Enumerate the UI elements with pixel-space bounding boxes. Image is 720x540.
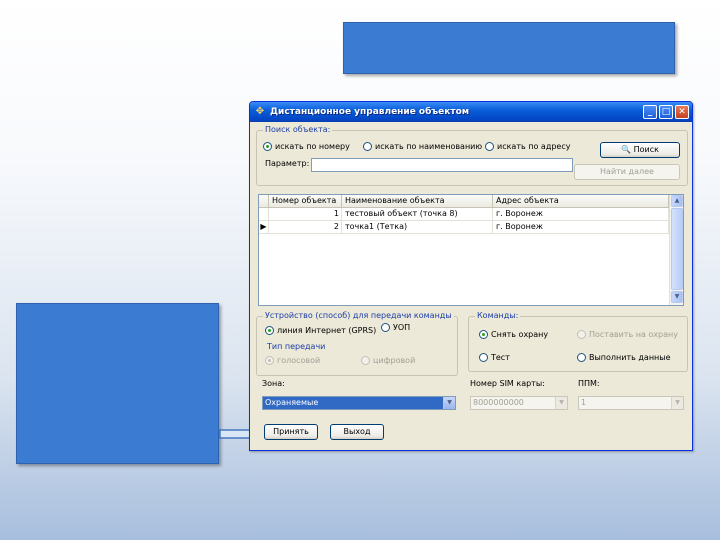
table-row[interactable]: ▶ 2 точка1 (Тетка) г. Воронеж xyxy=(259,221,669,234)
parameter-label: Параметр: xyxy=(265,159,310,168)
close-button[interactable]: ✕ xyxy=(675,105,689,119)
window-title: Дистанционное управление объектом xyxy=(270,107,470,117)
app-icon: ✥ xyxy=(255,106,265,117)
radio-search-by-name-label: искать по наименованию xyxy=(375,142,483,151)
radio-dot-icon xyxy=(361,356,370,365)
radio-set-guard[interactable]: Поставить на охрану xyxy=(577,330,678,339)
radio-dot-icon xyxy=(485,142,494,151)
radio-dot-icon xyxy=(479,330,488,339)
sim-card-select[interactable]: 8000000000 ▼ xyxy=(470,396,568,410)
search-button[interactable]: 🔍 Поиск xyxy=(600,142,680,158)
apply-button[interactable]: Принять xyxy=(264,424,318,440)
cell-address: г. Воронеж xyxy=(493,221,669,234)
commands-group: Команды: Снять охрану Поставить на охран… xyxy=(468,311,688,372)
radio-internet-line-label: линия Интернет (GPRS) xyxy=(277,326,377,335)
zone-label: Зона: xyxy=(262,379,285,388)
radio-execute[interactable]: Выполнить данные xyxy=(577,353,671,362)
radio-search-by-name[interactable]: искать по наименованию xyxy=(363,142,482,151)
remote-control-window: ✥ Дистанционное управление объектом _ □ … xyxy=(249,101,693,451)
column-header-number[interactable]: Номер объекта xyxy=(269,195,342,208)
radio-uop[interactable]: УОП xyxy=(381,323,410,332)
ppm-label: ППМ: xyxy=(578,379,600,388)
sim-card-value: 8000000000 xyxy=(473,398,524,407)
table-scrollbar[interactable]: ▲ ▼ xyxy=(669,195,683,305)
find-next-button[interactable]: Найти далее xyxy=(574,164,680,180)
radio-search-by-number-label: искать по номеру xyxy=(275,142,350,151)
radio-dot-icon xyxy=(265,356,274,365)
radio-search-by-number[interactable]: искать по номеру xyxy=(263,142,350,151)
ppm-select[interactable]: 1 ▼ xyxy=(578,396,684,410)
search-group-label: Поиск объекта: xyxy=(263,125,333,134)
radio-remove-guard[interactable]: Снять охрану xyxy=(479,330,548,339)
scroll-down-icon[interactable]: ▼ xyxy=(671,291,683,303)
column-header-name[interactable]: Наименование объекта xyxy=(342,195,493,208)
row-pointer-icon: ▶ xyxy=(259,221,269,234)
radio-digital[interactable]: цифровой xyxy=(361,356,415,365)
radio-search-by-address-label: искать по адресу xyxy=(497,142,571,151)
radio-dot-icon xyxy=(263,142,272,151)
search-button-label: Поиск xyxy=(633,145,659,154)
sim-card-label: Номер SIM карты: xyxy=(470,379,545,388)
scroll-up-icon[interactable]: ▲ xyxy=(671,195,683,207)
row-indicator-header xyxy=(259,195,269,208)
search-icon: 🔍 xyxy=(621,145,632,154)
radio-internet-line[interactable]: линия Интернет (GPRS) xyxy=(265,326,376,335)
parameter-input[interactable] xyxy=(311,158,573,172)
scroll-thumb[interactable] xyxy=(671,208,683,290)
radio-dot-icon xyxy=(363,142,372,151)
exit-button[interactable]: Выход xyxy=(330,424,384,440)
commands-group-label: Команды: xyxy=(475,311,521,320)
radio-voice[interactable]: голосовой xyxy=(265,356,320,365)
radio-dot-icon xyxy=(265,326,274,335)
radio-test[interactable]: Тест xyxy=(479,353,510,362)
search-group: Поиск объекта: искать по номеру искать п… xyxy=(256,125,688,186)
maximize-button[interactable]: □ xyxy=(659,105,673,119)
objects-table: Номер объекта Наименование объекта Адрес… xyxy=(258,194,684,306)
column-header-address[interactable]: Адрес объекта xyxy=(493,195,669,208)
radio-digital-label: цифровой xyxy=(373,356,416,365)
cell-address: г. Воронеж xyxy=(493,208,669,221)
ppm-value: 1 xyxy=(581,398,587,407)
zone-select[interactable]: Охраняемые ▼ xyxy=(262,396,456,410)
radio-dot-icon xyxy=(577,353,586,362)
radio-remove-guard-label: Снять охрану xyxy=(491,330,549,339)
decorative-blue-block-top xyxy=(343,22,675,74)
table-header: Номер объекта Наименование объекта Адрес… xyxy=(259,195,669,208)
cell-number: 2 xyxy=(269,221,342,234)
radio-search-by-address[interactable]: искать по адресу xyxy=(485,142,570,151)
chevron-down-icon[interactable]: ▼ xyxy=(671,397,683,409)
minimize-button[interactable]: _ xyxy=(643,105,657,119)
chevron-down-icon[interactable]: ▼ xyxy=(555,397,567,409)
radio-uop-label: УОП xyxy=(393,323,411,332)
radio-dot-icon xyxy=(381,323,390,332)
zone-select-value: Охраняемые xyxy=(265,398,319,407)
chevron-down-icon[interactable]: ▼ xyxy=(443,397,455,409)
cell-number: 1 xyxy=(269,208,342,221)
cell-name: тестовый объект (точка 8) xyxy=(342,208,493,221)
radio-dot-icon xyxy=(479,353,488,362)
radio-set-guard-label: Поставить на охрану xyxy=(589,330,678,339)
device-group: Устройство (способ) для передачи команды… xyxy=(256,311,458,376)
transfer-type-label: Тип передачи xyxy=(267,342,326,351)
device-group-label: Устройство (способ) для передачи команды xyxy=(263,311,454,320)
decorative-blue-block-left xyxy=(16,303,219,464)
radio-test-label: Тест xyxy=(491,353,510,362)
radio-execute-label: Выполнить данные xyxy=(589,353,671,362)
cell-name: точка1 (Тетка) xyxy=(342,221,493,234)
row-indicator xyxy=(259,208,269,221)
radio-dot-icon xyxy=(577,330,586,339)
window-titlebar[interactable]: ✥ Дистанционное управление объектом _ □ … xyxy=(250,102,692,122)
table-row[interactable]: 1 тестовый объект (точка 8) г. Воронеж xyxy=(259,208,669,221)
radio-voice-label: голосовой xyxy=(277,356,321,365)
